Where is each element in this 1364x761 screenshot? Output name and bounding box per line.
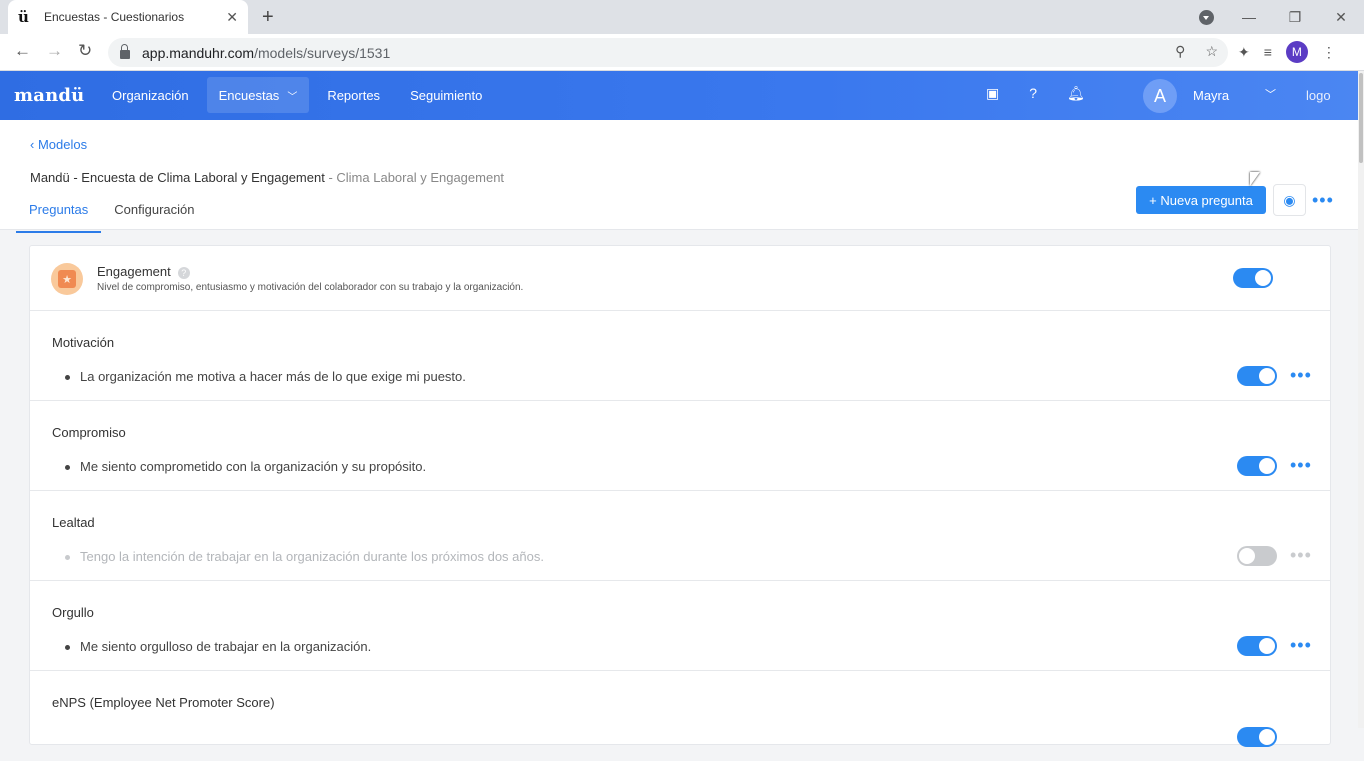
question-text: Me siento comprometido con la organizaci… bbox=[64, 459, 427, 474]
category-title-text: Engagement bbox=[97, 264, 171, 279]
browser-tab[interactable]: ü Encuestas - Cuestionarios ✕ bbox=[8, 0, 248, 34]
url-text: app.manduhr.com/models/surveys/1531 bbox=[142, 45, 390, 61]
more-options-icon[interactable]: ••• bbox=[1312, 190, 1334, 211]
tabs: Preguntas Configuración bbox=[16, 198, 207, 233]
question-row: Orgullo Me siento orgulloso de trabajar … bbox=[30, 581, 1330, 671]
question-row: eNPS (Employee Net Promoter Score) bbox=[30, 671, 1330, 761]
url-path: /models/surveys/1531 bbox=[254, 44, 391, 61]
nav-item-seguimiento[interactable]: Seguimiento bbox=[398, 77, 494, 113]
info-icon[interactable]: ? bbox=[177, 266, 190, 279]
company-logo: logo bbox=[1306, 88, 1331, 103]
question-title: eNPS (Employee Net Promoter Score) bbox=[52, 695, 275, 710]
help-icon[interactable]: ? bbox=[1029, 85, 1037, 102]
restore-icon[interactable]: ❐ bbox=[1272, 9, 1318, 26]
browser-toolbar: ← → ↻ app.manduhr.com/models/surveys/153… bbox=[0, 34, 1364, 71]
question-text: Tengo la intención de trabajar en la org… bbox=[65, 549, 544, 564]
question-title: Motivación bbox=[52, 335, 115, 350]
question-row: Motivación La organización me motiva a h… bbox=[30, 311, 1330, 401]
question-title: Lealtad bbox=[52, 515, 95, 530]
scrollbar-thumb[interactable] bbox=[1359, 73, 1363, 163]
question-title: Orgullo bbox=[52, 605, 94, 620]
new-tab-icon[interactable]: + bbox=[262, 6, 274, 29]
url-host: app.manduhr.com bbox=[142, 44, 255, 61]
survey-subtitle: - Clima Laboral y Engagement bbox=[324, 170, 505, 185]
question-toggle[interactable] bbox=[1237, 727, 1277, 747]
questions-card: ★ Engagement? Nivel de compromiso, entus… bbox=[29, 245, 1331, 747]
app-header: mandü Organización Encuestas ﹀ Reportes S… bbox=[0, 71, 1358, 120]
profile-avatar[interactable]: M bbox=[1285, 41, 1308, 63]
reload-icon[interactable]: ↻ bbox=[78, 41, 92, 61]
question-toggle[interactable] bbox=[1237, 456, 1277, 476]
more-options-icon[interactable]: ••• bbox=[1290, 365, 1312, 386]
back-icon[interactable]: ← bbox=[14, 41, 31, 61]
address-bar[interactable]: app.manduhr.com/models/surveys/1531 ⚲ ☆ bbox=[108, 38, 1228, 67]
preview-eye-icon[interactable]: ◉ bbox=[1273, 184, 1306, 216]
main-nav: Organización Encuestas ﹀ Reportes Seguimi… bbox=[100, 77, 494, 113]
more-options-icon[interactable]: ••• bbox=[1290, 545, 1312, 566]
nav-item-label: Encuestas bbox=[218, 87, 280, 103]
category-title: Engagement? bbox=[97, 264, 190, 279]
question-text: La organización me motiva a hacer más de… bbox=[65, 369, 466, 384]
category-toggle[interactable] bbox=[1233, 268, 1273, 288]
close-window-icon[interactable]: ✕ bbox=[1318, 9, 1364, 26]
browser-tab-title: Encuestas - Cuestionarios bbox=[44, 10, 185, 24]
more-options-icon[interactable]: ••• bbox=[1290, 455, 1312, 476]
page-header: ‹ Modelos Mandü - Encuesta de Clima Labo… bbox=[0, 120, 1358, 233]
media-control-icon[interactable]: ≡ bbox=[1264, 44, 1272, 60]
survey-title: Mandü - Encuesta de Clima Laboral y Enga… bbox=[30, 170, 325, 185]
question-toggle[interactable] bbox=[1237, 546, 1277, 566]
close-tab-icon[interactable]: ✕ bbox=[226, 9, 238, 26]
breadcrumb[interactable]: ‹ Modelos bbox=[30, 137, 87, 152]
breadcrumb-label: Modelos bbox=[37, 137, 88, 152]
category-description: Nivel de compromiso, entusiasmo y motiva… bbox=[97, 282, 524, 293]
new-question-button[interactable]: + Nueva pregunta bbox=[1136, 186, 1266, 214]
question-text: Me siento orgulloso de trabajar en la or… bbox=[64, 639, 372, 654]
menu-kebab-icon[interactable]: ⋮ bbox=[1322, 44, 1336, 61]
nav-item-reportes[interactable]: Reportes bbox=[315, 77, 392, 113]
nav-item-organizacion[interactable]: Organización bbox=[100, 77, 201, 113]
mandu-favicon-icon: ü bbox=[18, 8, 29, 26]
brand-logo[interactable]: mandü bbox=[14, 85, 84, 106]
question-row: Lealtad Tengo la intención de trabajar e… bbox=[30, 491, 1330, 581]
tab-configuracion[interactable]: Configuración bbox=[101, 198, 207, 233]
window-controls: — ❐ ✕ bbox=[1226, 0, 1364, 34]
chevron-down-icon: ﹀ bbox=[287, 91, 298, 103]
tab-search-icon[interactable] bbox=[1199, 10, 1214, 25]
nav-item-encuestas[interactable]: Encuestas ﹀ bbox=[206, 77, 310, 113]
briefcase-icon[interactable]: ▣ bbox=[986, 85, 999, 102]
question-toggle[interactable] bbox=[1237, 636, 1277, 656]
page-scrollbar[interactable] bbox=[1358, 71, 1364, 728]
chevron-left-icon: ‹ bbox=[30, 137, 38, 152]
question-toggle[interactable] bbox=[1237, 366, 1277, 386]
question-title: Compromiso bbox=[52, 425, 126, 440]
browser-tabstrip: ü Encuestas - Cuestionarios ✕ + — ❐ ✕ bbox=[0, 0, 1364, 34]
page-title: Mandü - Encuesta de Clima Laboral y Enga… bbox=[30, 170, 504, 185]
star-ribbon-icon: ★ bbox=[51, 263, 83, 295]
minimize-icon[interactable]: — bbox=[1226, 9, 1272, 25]
more-options-icon[interactable]: ••• bbox=[1290, 635, 1312, 656]
bookmark-star-icon[interactable]: ☆ bbox=[1205, 43, 1218, 60]
zoom-icon[interactable]: ⚲ bbox=[1175, 43, 1185, 60]
user-name[interactable]: Mayra bbox=[1193, 88, 1229, 103]
forward-icon[interactable]: → bbox=[46, 41, 63, 61]
lock-icon bbox=[120, 44, 130, 59]
tab-preguntas[interactable]: Preguntas bbox=[16, 198, 102, 233]
category-row: ★ Engagement? Nivel de compromiso, entus… bbox=[30, 246, 1330, 311]
mouse-cursor-icon bbox=[1250, 172, 1260, 186]
user-avatar[interactable]: A bbox=[1143, 79, 1177, 113]
chevron-down-icon[interactable]: ﹀ bbox=[1265, 86, 1276, 102]
bell-icon[interactable]: 🔔︎ bbox=[1067, 85, 1085, 102]
question-row: Compromiso Me siento comprometido con la… bbox=[30, 401, 1330, 491]
extensions-icon[interactable]: ✦ bbox=[1238, 44, 1250, 61]
